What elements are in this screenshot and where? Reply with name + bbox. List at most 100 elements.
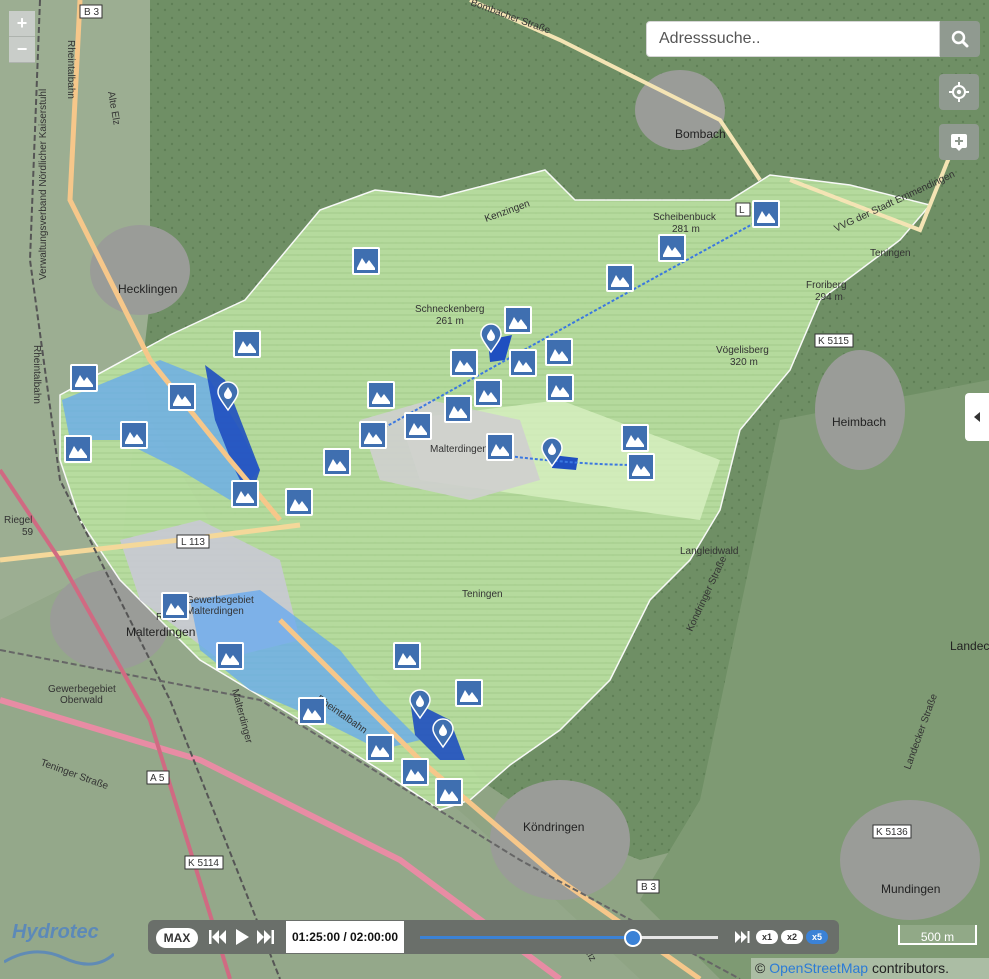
- svg-text:A 5: A 5: [150, 773, 165, 784]
- road-shield-a5: A 5: [146, 770, 170, 785]
- station-marker[interactable]: [546, 374, 574, 402]
- place-label: Riegel: [4, 515, 32, 526]
- station-marker[interactable]: [474, 379, 502, 407]
- svg-text:K 5114: K 5114: [188, 858, 219, 869]
- place-label: 281 m: [672, 224, 700, 235]
- station-marker[interactable]: [444, 395, 472, 423]
- skip-forward-icon: [257, 930, 274, 944]
- station-marker[interactable]: [545, 338, 573, 366]
- settlement-mundingen: [840, 800, 980, 920]
- play-icon: [236, 929, 249, 945]
- road-shield-l: L: [735, 202, 751, 217]
- settlement-heimbach: [815, 350, 905, 470]
- station-marker[interactable]: [435, 778, 463, 806]
- station-marker[interactable]: [621, 424, 649, 452]
- station-marker[interactable]: [168, 383, 196, 411]
- svg-text:B 3: B 3: [641, 882, 656, 893]
- station-marker[interactable]: [120, 421, 148, 449]
- station-marker[interactable]: [352, 247, 380, 275]
- station-marker[interactable]: [367, 381, 395, 409]
- station-marker[interactable]: [359, 421, 387, 449]
- svg-text:L: L: [739, 205, 745, 216]
- skip-forward-button[interactable]: [255, 927, 277, 947]
- place-label: Mundingen: [881, 882, 940, 896]
- station-marker[interactable]: [658, 234, 686, 262]
- speed-x2-button[interactable]: x2: [781, 930, 803, 944]
- max-button[interactable]: MAX: [156, 928, 198, 948]
- place-label: Langleidwald: [680, 546, 738, 557]
- svg-text:K 5136: K 5136: [876, 827, 908, 838]
- station-marker[interactable]: [231, 480, 259, 508]
- station-marker[interactable]: [401, 758, 429, 786]
- zoom-in-button[interactable]: +: [9, 11, 35, 37]
- road-shield-b3-south: B 3: [636, 879, 660, 894]
- station-marker[interactable]: [509, 349, 537, 377]
- road-shield-l113: L 113: [176, 534, 210, 549]
- station-marker[interactable]: [455, 679, 483, 707]
- search-icon: [951, 30, 969, 48]
- openstreetmap-link[interactable]: OpenStreetMap: [769, 960, 868, 976]
- add-box-icon: [951, 134, 967, 151]
- timeline-slider[interactable]: [420, 929, 718, 947]
- zoom-out-button[interactable]: −: [9, 37, 35, 63]
- road-shield-k5115: K 5115: [814, 333, 854, 348]
- skip-back-button[interactable]: [206, 927, 228, 947]
- locate-button[interactable]: [939, 74, 979, 110]
- place-label: Teningen: [462, 589, 503, 600]
- station-marker[interactable]: [606, 264, 634, 292]
- timeline-handle[interactable]: [623, 929, 642, 947]
- sidebar-toggle[interactable]: [965, 393, 989, 441]
- road-shield-k5114: K 5114: [184, 855, 224, 870]
- copyright-symbol: ©: [755, 960, 766, 976]
- animation-player: MAX 01:25:00 / 02:00:00 x1 x2 x5: [148, 920, 839, 954]
- place-label: Oberwald: [60, 695, 103, 706]
- station-marker[interactable]: [450, 349, 478, 377]
- station-marker[interactable]: [70, 364, 98, 392]
- place-label: Rheintalbahn: [65, 40, 76, 99]
- skip-back-icon: [209, 930, 226, 944]
- search-button[interactable]: [940, 21, 980, 57]
- svg-text:Hydrotec: Hydrotec: [12, 921, 99, 943]
- station-marker[interactable]: [285, 488, 313, 516]
- place-label: Köndringen: [523, 820, 584, 834]
- time-readout: 01:25:00 / 02:00:00: [286, 921, 404, 953]
- hydrotec-logo: Hydrotec: [4, 921, 114, 966]
- speed-x5-button[interactable]: x5: [806, 930, 828, 944]
- station-marker[interactable]: [366, 734, 394, 762]
- address-search-input[interactable]: [646, 21, 940, 57]
- place-label: Teningen: [870, 248, 911, 259]
- play-button[interactable]: [231, 927, 253, 947]
- station-marker[interactable]: [298, 697, 326, 725]
- station-marker[interactable]: [393, 642, 421, 670]
- station-marker[interactable]: [504, 306, 532, 334]
- station-marker[interactable]: [161, 592, 189, 620]
- place-label: Malterdingen: [430, 444, 488, 455]
- place-label: Bombach: [675, 127, 726, 141]
- place-label: 261 m: [436, 316, 464, 327]
- speed-x1-button[interactable]: x1: [756, 930, 778, 944]
- map-canvas[interactable]: B 3 L 113 K 5115 A 5 K 5114 K 5136 B 3 L…: [0, 0, 989, 979]
- caret-left-icon: [974, 412, 980, 422]
- station-marker[interactable]: [64, 435, 92, 463]
- add-layer-button[interactable]: [939, 124, 979, 160]
- station-marker[interactable]: [404, 412, 432, 440]
- station-marker[interactable]: [216, 642, 244, 670]
- scale-bar: 500 m: [898, 925, 977, 945]
- place-label: Gewerbegebiet: [48, 684, 116, 695]
- station-marker[interactable]: [323, 448, 351, 476]
- place-label: Froriberg: [806, 280, 847, 291]
- station-marker[interactable]: [233, 330, 261, 358]
- station-marker[interactable]: [752, 200, 780, 228]
- place-label: Malterdingen: [126, 625, 195, 639]
- timeline-fill: [420, 936, 632, 939]
- place-label: Hecklingen: [118, 282, 177, 296]
- station-marker[interactable]: [627, 453, 655, 481]
- svg-text:L 113: L 113: [181, 537, 205, 548]
- place-label: Verwaltungsverband Nördlicher Kaiserstuh…: [38, 89, 49, 280]
- station-marker[interactable]: [486, 433, 514, 461]
- place-label: Gewerbegebiet: [186, 595, 254, 606]
- place-label: 59: [22, 527, 34, 538]
- road-shield-b3: B 3: [79, 4, 103, 19]
- speed-toggle-button[interactable]: [734, 928, 756, 948]
- place-label: 294 m: [815, 292, 843, 303]
